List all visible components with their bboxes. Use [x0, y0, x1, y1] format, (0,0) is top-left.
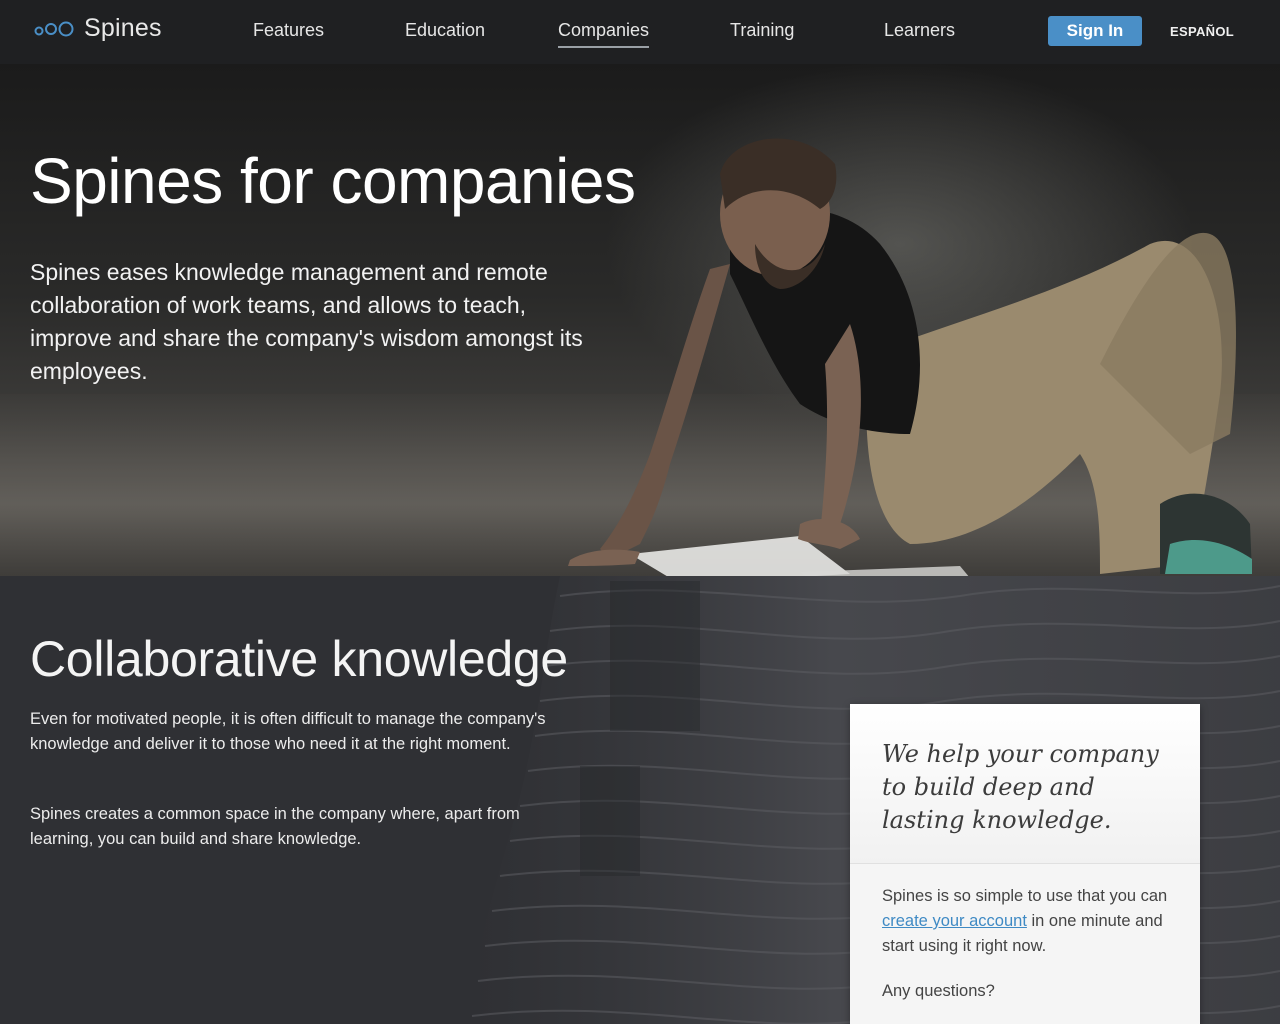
brand-logo[interactable]: Spines [34, 14, 162, 43]
hero-photo-man-writing [568, 138, 1252, 576]
card-heading: We help your company to build deep and l… [850, 704, 1200, 864]
top-navbar: Spines Features Education Companies Trai… [0, 0, 1280, 64]
collaborative-knowledge-section: Collaborative knowledge Even for motivat… [0, 576, 1280, 1024]
nav-link-companies[interactable]: Companies [558, 18, 650, 48]
brand-name: Spines [84, 14, 162, 42]
hero-banner: Spines for companies Spines eases knowle… [0, 64, 1280, 576]
section-paragraph-1: Even for motivated people, it is often d… [30, 710, 546, 753]
language-switch-link[interactable]: ESPAÑOL [1170, 24, 1234, 39]
card-body: Spines is so simple to use that you can … [850, 864, 1200, 1004]
sign-in-button[interactable]: Sign In [1048, 16, 1142, 46]
spines-logo-icon [34, 21, 74, 36]
section-paragraph-2: Spines creates a common space in the com… [30, 805, 520, 848]
nav-link-training[interactable]: Training [730, 18, 794, 42]
section-title: Collaborative knowledge [30, 631, 568, 687]
hero-subtitle: Spines eases knowledge management and re… [30, 259, 583, 384]
signup-callout-card: We help your company to build deep and l… [850, 704, 1200, 1024]
nav-link-learners[interactable]: Learners [884, 18, 955, 42]
create-account-link[interactable]: create your account [882, 912, 1027, 930]
hero-title: Spines for companies [30, 145, 636, 217]
nav-link-features[interactable]: Features [253, 18, 324, 42]
card-question: Any questions? [882, 982, 995, 1000]
nav-link-education[interactable]: Education [405, 18, 485, 42]
card-text: Spines is so simple to use that you can … [882, 884, 1168, 959]
card-text-before-link: Spines is so simple to use that you can [882, 887, 1168, 905]
